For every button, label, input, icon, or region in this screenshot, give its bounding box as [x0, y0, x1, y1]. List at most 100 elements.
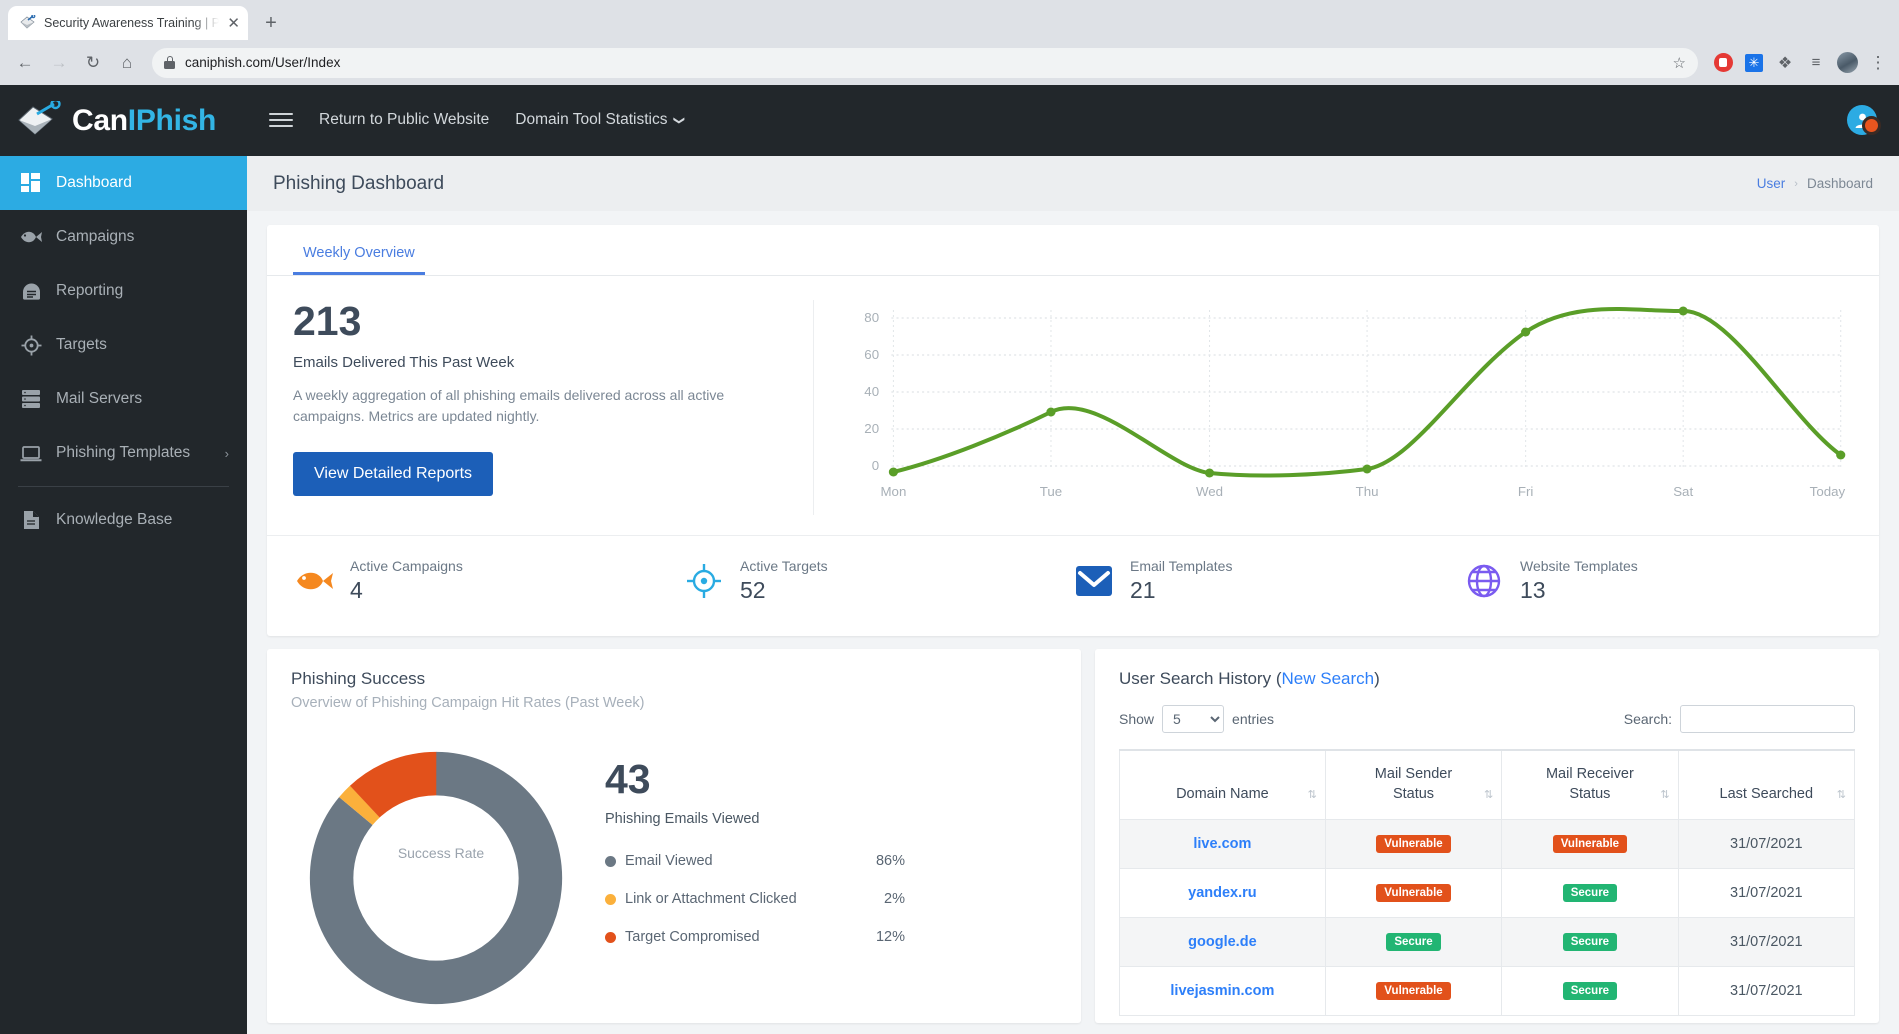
- column-header-mail-sender-status[interactable]: Mail Sender Status ⇅: [1324, 749, 1503, 820]
- search-control: Search:: [1624, 705, 1855, 734]
- sidebar-item-campaigns[interactable]: Campaigns: [0, 210, 247, 264]
- cell-last-searched: 31/07/2021: [1677, 818, 1856, 869]
- brand-logo-area[interactable]: CanIPhish: [0, 85, 247, 156]
- phishing-success-panel: Phishing Success Overview of Phishing Ca…: [267, 649, 1081, 1024]
- cell-domain: yandex.ru: [1119, 867, 1326, 918]
- tab-close-icon[interactable]: ✕: [227, 16, 240, 31]
- search-input[interactable]: [1680, 705, 1855, 734]
- table-row: yandex.ru Vulnerable Secure 31/07/2021: [1119, 867, 1856, 918]
- legend-dot-icon: [605, 855, 616, 867]
- show-label: Show: [1119, 711, 1155, 728]
- column-header-mail-receiver-status[interactable]: Mail Receiver Status ⇅: [1501, 749, 1679, 820]
- cell-domain: livejasmin.com: [1119, 965, 1326, 1016]
- forward-button[interactable]: →: [44, 48, 74, 78]
- blue-extension-icon[interactable]: ✳: [1743, 52, 1765, 74]
- address-bar[interactable]: caniphish.com/User/Index ☆: [152, 47, 1698, 78]
- brand-text: CanIPhish: [72, 104, 216, 138]
- sort-icon[interactable]: ⇅: [1484, 788, 1493, 803]
- lock-icon: [164, 56, 175, 69]
- menu-toggle-icon[interactable]: [269, 113, 293, 128]
- kpi-active-campaigns[interactable]: Active Campaigns 4: [293, 558, 683, 604]
- status-badge: Vulnerable: [1376, 981, 1451, 1000]
- sidebar-item-phishing-templates[interactable]: Phishing Templates ›: [0, 426, 247, 480]
- brand-can: Can: [72, 103, 128, 137]
- svg-text:20: 20: [864, 422, 879, 437]
- reading-list-icon[interactable]: ≡: [1805, 52, 1827, 74]
- status-badge: Vulnerable: [1376, 883, 1451, 902]
- sidebar-item-label: Dashboard: [56, 174, 132, 191]
- svg-text:80: 80: [864, 311, 879, 326]
- brand-i: I: [127, 103, 136, 137]
- browser-tab-strip: Security Awareness Training | Phis ✕ +: [0, 0, 1899, 40]
- svg-text:Mon: Mon: [880, 485, 906, 500]
- donut-chart-container: Success Rate: [291, 733, 591, 1023]
- breadcrumb-current: Dashboard: [1806, 176, 1873, 192]
- fish-icon: [293, 561, 335, 601]
- overview-tabs: Weekly Overview: [267, 225, 1879, 277]
- column-header-last-searched[interactable]: Last Searched ⇅: [1677, 749, 1856, 820]
- return-to-public-website-link[interactable]: Return to Public Website: [319, 111, 489, 129]
- svg-text:Tue: Tue: [1040, 485, 1062, 500]
- browser-tab[interactable]: Security Awareness Training | Phis ✕: [8, 6, 248, 40]
- svg-text:Today: Today: [1810, 485, 1846, 500]
- breadcrumb-user-link[interactable]: User: [1757, 176, 1786, 191]
- breadcrumb-separator-icon: ›: [1794, 177, 1798, 190]
- kpi-text: Active Campaigns 4: [350, 558, 463, 604]
- user-account-avatar[interactable]: [1847, 105, 1881, 136]
- tab-weekly-overview[interactable]: Weekly Overview: [293, 239, 425, 276]
- reload-button[interactable]: ↻: [78, 48, 108, 78]
- paren-close: ): [1374, 669, 1380, 689]
- browser-menu-icon[interactable]: ⋮: [1867, 52, 1889, 74]
- browser-window: Security Awareness Training | Phis ✕ + ←…: [0, 0, 1899, 1034]
- legend-value: 86%: [875, 853, 905, 870]
- sidebar-item-label: Targets: [56, 336, 107, 353]
- new-search-link[interactable]: New Search: [1282, 669, 1375, 688]
- domain-link[interactable]: livejasmin.com: [1170, 983, 1274, 999]
- adblock-extension-icon[interactable]: [1712, 52, 1734, 74]
- kpi-website-templates[interactable]: Website Templates 13: [1463, 558, 1853, 604]
- kpi-email-templates[interactable]: Email Templates 21: [1073, 558, 1463, 604]
- status-badge: Secure: [1562, 981, 1618, 1000]
- table-row: livejasmin.com Vulnerable Secure 31/07/2…: [1119, 965, 1856, 1016]
- view-detailed-reports-button[interactable]: View Detailed Reports: [293, 451, 494, 496]
- sidebar-item-reporting[interactable]: Reporting: [0, 264, 247, 318]
- fish-icon: [20, 227, 42, 247]
- kpi-value: 21: [1130, 577, 1156, 604]
- column-header-domain-name[interactable]: Domain Name ⇅: [1119, 749, 1326, 820]
- main-area: Return to Public Website Domain Tool Sta…: [247, 85, 1899, 1034]
- back-button[interactable]: ←: [10, 48, 40, 78]
- sort-icon[interactable]: ⇅: [1837, 788, 1846, 803]
- kpi-active-targets[interactable]: Active Targets 52: [683, 558, 1073, 604]
- legend-dot-icon: [605, 893, 616, 905]
- svg-text:Sat: Sat: [1673, 485, 1693, 500]
- table-row: google.de Secure Secure 31/07/2021: [1119, 916, 1856, 967]
- sort-icon[interactable]: ⇅: [1308, 788, 1317, 803]
- sidebar-item-mail-servers[interactable]: Mail Servers: [0, 372, 247, 426]
- kpi-text: Website Templates 13: [1520, 558, 1638, 604]
- domain-link[interactable]: google.de: [1188, 934, 1256, 950]
- sidebar-item-dashboard[interactable]: Dashboard: [0, 156, 247, 210]
- bookmark-star-icon[interactable]: ☆: [1673, 54, 1686, 72]
- phishing-emails-viewed-value: 43: [605, 756, 651, 803]
- sort-icon[interactable]: ⇅: [1660, 788, 1669, 803]
- svg-text:Fri: Fri: [1518, 485, 1534, 500]
- domain-tool-statistics-dropdown[interactable]: Domain Tool Statistics ❯: [515, 111, 685, 129]
- svg-text:40: 40: [864, 385, 879, 400]
- sidebar-item-knowledge-base[interactable]: Knowledge Base: [0, 493, 247, 547]
- sidebar-item-label: Knowledge Base: [56, 511, 173, 528]
- svg-text:60: 60: [864, 348, 879, 363]
- page-size-select[interactable]: 5 10 25 50 100: [1162, 705, 1225, 734]
- extensions-puzzle-icon[interactable]: ❖: [1774, 52, 1796, 74]
- home-button[interactable]: ⌂: [112, 48, 142, 78]
- kpi-label: Website Templates: [1520, 558, 1638, 575]
- profile-avatar-icon[interactable]: [1836, 52, 1858, 74]
- sidebar-item-targets[interactable]: Targets: [0, 318, 247, 372]
- cell-sender-status: Secure: [1324, 916, 1503, 967]
- cell-sender-status: Vulnerable: [1324, 965, 1503, 1016]
- legend-label: Target Compromised: [625, 929, 760, 946]
- col-line2: Domain Name: [1176, 786, 1269, 803]
- domain-link[interactable]: live.com: [1193, 836, 1251, 852]
- status-badge: Secure: [1386, 932, 1441, 951]
- domain-link[interactable]: yandex.ru: [1188, 885, 1257, 901]
- new-tab-button[interactable]: +: [254, 6, 288, 40]
